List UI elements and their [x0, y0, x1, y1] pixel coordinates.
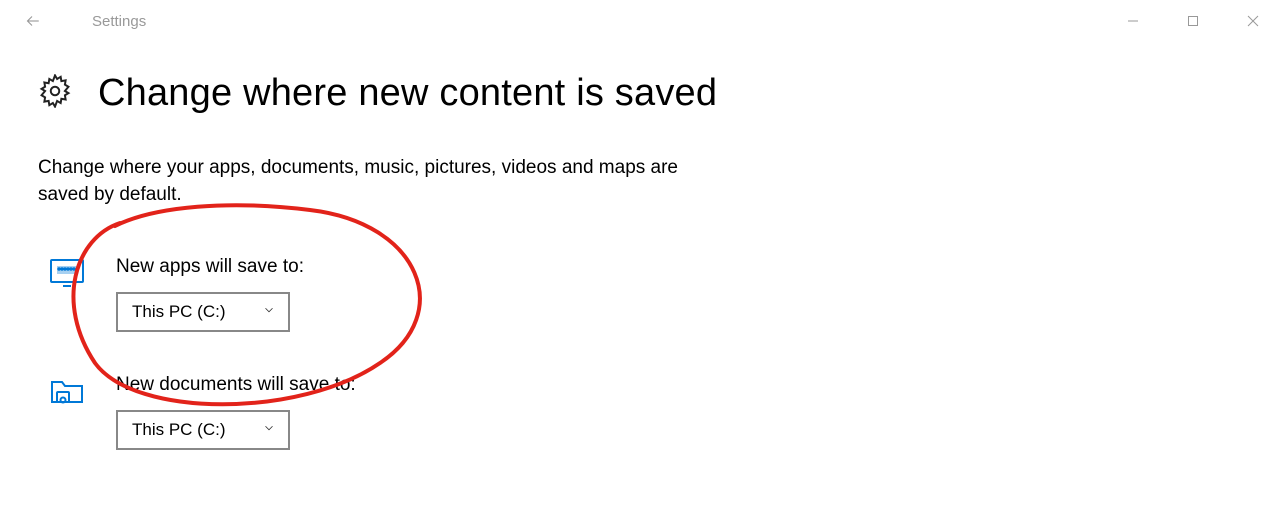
setting-documents-content: New documents will save to: This PC (C:): [116, 374, 356, 450]
setting-apps-content: New apps will save to: This PC (C:): [116, 256, 304, 332]
apps-location-dropdown[interactable]: This PC (C:): [116, 292, 290, 332]
close-button[interactable]: [1223, 0, 1283, 42]
minimize-button[interactable]: [1103, 0, 1163, 42]
content-area: Change where new content is saved Change…: [0, 42, 1283, 450]
dropdown-value: This PC (C:): [132, 420, 252, 440]
chevron-down-icon: [262, 303, 276, 322]
setting-apps: New apps will save to: This PC (C:): [38, 256, 1245, 332]
maximize-icon: [1187, 15, 1199, 27]
titlebar: Settings: [0, 0, 1283, 42]
gear-icon: [38, 74, 72, 113]
documents-icon: [48, 374, 86, 406]
chevron-down-icon: [262, 421, 276, 440]
dropdown-value: This PC (C:): [132, 302, 252, 322]
back-button[interactable]: [12, 0, 52, 42]
window-title: Settings: [92, 13, 146, 30]
documents-location-dropdown[interactable]: This PC (C:): [116, 410, 290, 450]
page-header: Change where new content is saved: [38, 72, 1245, 115]
setting-documents: New documents will save to: This PC (C:): [38, 374, 1245, 450]
window-controls: [1103, 0, 1283, 42]
close-icon: [1247, 15, 1259, 27]
apps-label: New apps will save to:: [116, 256, 304, 278]
minimize-icon: [1127, 15, 1139, 27]
apps-icon: [48, 256, 86, 288]
maximize-button[interactable]: [1163, 0, 1223, 42]
arrow-left-icon: [23, 12, 41, 30]
page-description: Change where your apps, documents, music…: [38, 155, 698, 208]
documents-label: New documents will save to:: [116, 374, 356, 396]
page-title: Change where new content is saved: [98, 72, 717, 115]
